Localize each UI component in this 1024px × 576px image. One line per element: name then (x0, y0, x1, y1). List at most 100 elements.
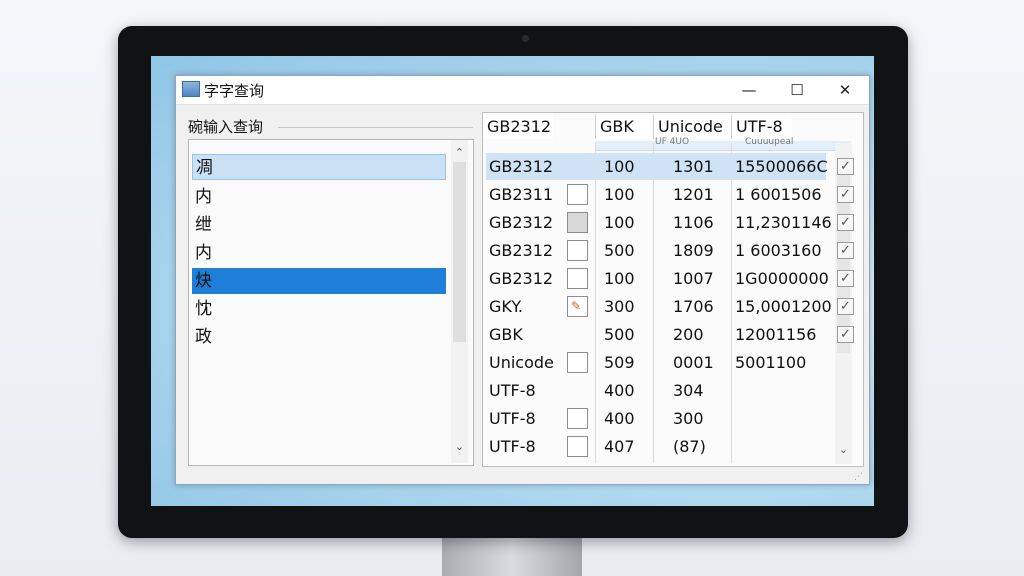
sub-header-b: Cuuuupeal (745, 137, 794, 147)
utf8-value-cell: 5001100 (735, 353, 807, 372)
list-item[interactable]: 凋 (192, 154, 446, 180)
chevron-down-icon[interactable]: ⌄ (451, 440, 468, 453)
check-icon[interactable]: ✓ (837, 270, 854, 287)
webcam-icon (522, 35, 529, 42)
check-icon[interactable]: ✓ (837, 242, 854, 259)
table-row[interactable]: GB2312 100 1106 11,23011460 ✓ (483, 209, 854, 237)
table-row[interactable]: UTF-8 407 (87) (483, 433, 833, 461)
sub-header-band: UF 4UO Cuuuupeal (595, 137, 851, 151)
encoding-name-cell: UTF-8 (489, 381, 536, 400)
unicode-value-cell: 1201 (673, 185, 714, 204)
row-checkbox[interactable] (567, 436, 588, 457)
gbk-value-cell: 100 (604, 157, 635, 176)
list-item[interactable]: 内 (192, 240, 446, 266)
check-icon[interactable]: ✓ (837, 186, 854, 203)
row-checkbox[interactable] (567, 268, 588, 289)
list-item[interactable]: 内 (192, 184, 446, 210)
list-item[interactable]: 政 (192, 324, 446, 350)
check-icon[interactable]: ✓ (837, 326, 854, 343)
table-row[interactable]: GB2312 100 1301 15500066C ✓ (483, 153, 854, 181)
sub-header-a: UF 4UO (655, 137, 690, 147)
gbk-value-cell: 300 (604, 297, 635, 316)
title-bar[interactable]: 字字查询 — ☐ ✕ (176, 76, 869, 105)
encoding-name-cell: GB2312 (489, 241, 554, 260)
list-scrollbar[interactable]: ⌃ ⌄ (451, 140, 468, 463)
chevron-up-icon[interactable]: ⌃ (451, 146, 468, 159)
row-checkbox[interactable] (567, 212, 588, 233)
gbk-value-cell: 500 (604, 325, 635, 344)
gbk-value-cell: 400 (604, 381, 635, 400)
table-row[interactable]: GB2311 100 1201 1 6001506 ✓ (483, 181, 854, 209)
gbk-value-cell: 407 (604, 437, 635, 456)
list-scroll-thumb[interactable] (453, 162, 466, 342)
table-row[interactable]: GBK 500 200 12001156 ✓ (483, 321, 854, 349)
encoding-name-cell: GBK (489, 325, 523, 344)
row-checkbox[interactable] (567, 408, 588, 429)
unicode-value-cell: 1007 (673, 269, 714, 288)
table-row[interactable]: GB2312 500 1809 1 6003160 ✓ (483, 237, 854, 265)
encoding-name-cell: Unicode (489, 353, 554, 372)
close-button[interactable]: ✕ (822, 76, 868, 104)
unicode-value-cell: 1106 (673, 213, 714, 232)
utf8-value-cell (735, 405, 831, 432)
utf8-value-cell: 12001156 (735, 325, 817, 344)
header-unicode[interactable]: Unicode (653, 115, 731, 139)
pen-icon: ✎ (571, 299, 582, 313)
utf8-value-cell (735, 433, 831, 460)
table-row[interactable]: UTF-8 400 304 (483, 377, 833, 405)
unicode-value-cell: 1706 (673, 297, 714, 316)
app-icon (182, 81, 200, 97)
gbk-value-cell: 500 (604, 241, 635, 260)
header-gbk[interactable]: GBK (595, 115, 653, 139)
check-icon[interactable]: ✓ (837, 298, 854, 315)
header-gb2312[interactable]: GB2312 (483, 115, 553, 139)
check-icon[interactable]: ✓ (837, 214, 854, 231)
gbk-value-cell: 400 (604, 409, 635, 428)
row-checkbox[interactable]: ✎ (567, 296, 588, 317)
row-checkbox[interactable] (567, 352, 588, 373)
table-row[interactable]: GB2312 100 1007 1G0000000 ✓ (483, 265, 854, 293)
check-icon[interactable]: ✓ (837, 158, 854, 175)
gbk-value-cell: 100 (604, 269, 635, 288)
encoding-name-cell: UTF-8 (489, 437, 536, 456)
utf8-value-cell (735, 377, 831, 404)
gbk-value-cell: 100 (604, 213, 635, 232)
list-item[interactable]: 忱 (192, 296, 446, 322)
table-row[interactable]: GKY. ✎ 300 1706 15,0001200 ✓ (483, 293, 854, 321)
encoding-name-cell: UTF-8 (489, 409, 536, 428)
character-list[interactable]: ⌃ ⌄ 凋内绁内炔忱政 (188, 139, 474, 466)
window-title: 字字查询 (204, 82, 265, 100)
monitor-stand (442, 536, 582, 576)
list-item[interactable]: 炔 (192, 268, 446, 294)
list-item[interactable]: 绁 (192, 212, 446, 238)
table-row[interactable]: Unicode 509 0001 5001100 (483, 349, 833, 377)
encoding-table: GB2312 GBK Unicode UTF-8 UF 4UO Cuuuupea… (482, 112, 864, 467)
encoding-name-cell: GB2312 (489, 213, 554, 232)
unicode-value-cell: 300 (673, 409, 704, 428)
utf8-value-cell: 1 6001506 (735, 185, 822, 204)
row-checkbox[interactable] (567, 184, 588, 205)
unicode-value-cell: (87) (673, 437, 706, 456)
encoding-name-cell: GB2312 (489, 269, 554, 288)
minimize-button[interactable]: — (726, 76, 772, 104)
table-row[interactable]: UTF-8 400 300 (483, 405, 833, 433)
utf8-value-cell: 1 6003160 (735, 241, 822, 260)
app-window: 字字查询 — ☐ ✕ 碗输入查询 ⌃ ⌄ 凋内绁内炔忱政 GB2312 GBK … (175, 75, 870, 485)
header-utf8[interactable]: UTF-8 (731, 115, 791, 139)
resize-grip-icon[interactable]: ⋰ (854, 472, 864, 482)
unicode-value-cell: 0001 (673, 353, 714, 372)
utf8-value-cell: 1G0000000 (735, 269, 829, 288)
utf8-value-cell: 15500066C (735, 157, 828, 176)
gbk-value-cell: 100 (604, 185, 635, 204)
unicode-value-cell: 1301 (673, 157, 714, 176)
gbk-value-cell: 509 (604, 353, 635, 372)
row-checkbox[interactable] (567, 240, 588, 261)
utf8-value-cell: 11,23011460 (735, 213, 831, 232)
unicode-value-cell: 200 (673, 325, 704, 344)
group-divider (278, 127, 473, 128)
encoding-name-cell: GKY. (489, 297, 523, 316)
encoding-name-cell: GB2312 (489, 157, 554, 176)
chevron-down-icon[interactable]: ⌄ (835, 443, 852, 456)
unicode-value-cell: 1809 (673, 241, 714, 260)
maximize-button[interactable]: ☐ (774, 76, 820, 104)
